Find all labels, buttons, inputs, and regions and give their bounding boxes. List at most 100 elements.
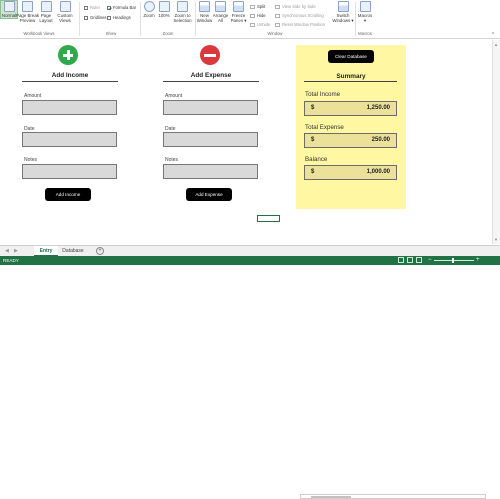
arrange-all-button[interactable]: Arrange All <box>213 1 228 23</box>
unhide-icon <box>250 22 255 27</box>
currency-symbol: $ <box>311 169 315 175</box>
scroll-thumb[interactable] <box>311 496 351 498</box>
scroll-down-icon[interactable]: ▼ <box>494 237 498 242</box>
view-side-by-side-button[interactable]: View Side by Side <box>275 4 316 9</box>
split-button[interactable]: Split <box>250 4 265 9</box>
income-notes-label: Notes <box>24 157 38 163</box>
balance-value-box: $ 1,000.00 <box>304 165 397 180</box>
expense-amount-field[interactable] <box>163 100 258 115</box>
switch-windows-button[interactable]: Switch Windows ▾ <box>332 1 354 23</box>
page-layout-status-icon[interactable] <box>407 257 413 263</box>
zoom-to-selection-button[interactable]: Zoom to Selection <box>172 1 193 23</box>
status-bar: READY − + <box>0 256 500 265</box>
freeze-panes-icon <box>233 1 244 12</box>
macros-button[interactable]: Macros ▾ <box>357 1 373 23</box>
ruler-checkbox[interactable]: Ruler <box>84 5 100 10</box>
group-label-workbook-views: Workbook Views <box>23 31 55 36</box>
selected-cell[interactable] <box>257 215 280 222</box>
page-break-preview-button[interactable]: Page Break Preview <box>16 1 39 23</box>
income-amount-field[interactable] <box>22 100 117 115</box>
status-text: READY <box>3 258 19 263</box>
add-expense-minus-icon <box>200 45 220 65</box>
page-break-status-icon[interactable] <box>416 257 422 263</box>
title-underline <box>22 81 118 82</box>
freeze-panes-button[interactable]: Freeze Panes ▾ <box>229 1 248 23</box>
group-separator <box>79 2 80 36</box>
group-separator <box>140 2 141 36</box>
group-label-show: Show <box>105 31 117 36</box>
vertical-scrollbar[interactable]: ▲ ▼ <box>492 40 500 244</box>
currency-symbol: $ <box>311 137 315 143</box>
summary-underline <box>304 81 397 82</box>
formula-bar-check-icon <box>107 5 111 10</box>
sheet-tab-bar: ◀ ▶ Entry Database + <box>0 245 500 499</box>
zoom-button[interactable]: Zoom <box>142 1 156 18</box>
zoom-100-icon <box>158 1 170 12</box>
ruler-check-icon <box>84 5 88 10</box>
group-label-window: Window <box>267 31 283 36</box>
custom-views-icon <box>59 1 71 12</box>
total-expense-value: 250.00 <box>371 137 390 143</box>
add-sheet-plus-icon[interactable]: + <box>96 247 104 255</box>
reset-window-position-button[interactable]: Reset Window Position <box>275 22 325 27</box>
macros-icon <box>359 1 371 12</box>
add-income-button[interactable]: Add Income <box>45 188 91 201</box>
magnifier-icon <box>143 1 155 12</box>
page-layout-button[interactable]: Page Layout <box>38 1 54 23</box>
expense-notes-field[interactable] <box>163 164 258 179</box>
expense-amount-label: Amount <box>165 93 183 99</box>
gridlines-checkbox[interactable]: Gridlines <box>84 15 107 20</box>
sheet-tab-entry[interactable]: Entry <box>34 246 58 256</box>
add-expense-button[interactable]: Add Expense <box>186 188 232 201</box>
zoom-slider-knob[interactable] <box>452 258 454 263</box>
horizontal-scrollbar[interactable] <box>300 494 486 499</box>
zoom-slider[interactable] <box>434 260 474 261</box>
total-income-value-box: $ 1,250.00 <box>304 101 397 116</box>
split-icon <box>250 4 255 9</box>
normal-view-icon <box>3 1 15 12</box>
total-income-label: Total Income <box>305 91 341 98</box>
synchronous-scrolling-button[interactable]: Synchronous Scrolling <box>275 13 324 18</box>
income-notes-field[interactable] <box>22 164 117 179</box>
zoom-in-button[interactable]: + <box>476 257 480 263</box>
add-income-title: Add Income <box>51 72 89 79</box>
sheet-tab-database[interactable]: Database <box>58 246 88 256</box>
normal-view-status-icon[interactable] <box>398 257 404 263</box>
page-layout-icon <box>40 1 52 12</box>
headings-checkbox[interactable]: Headings <box>107 15 131 20</box>
hide-icon <box>250 13 255 18</box>
next-sheet-arrow-icon[interactable]: ▶ <box>14 248 18 254</box>
formula-bar-checkbox[interactable]: Formula Bar <box>107 5 136 10</box>
scroll-up-icon[interactable]: ▲ <box>494 42 498 47</box>
unhide-button[interactable]: Unhide <box>250 22 270 27</box>
page-break-icon <box>22 1 33 12</box>
balance-value: 1,000.00 <box>366 169 390 175</box>
add-expense-title: Add Expense <box>190 72 232 79</box>
group-label-macros: Macros <box>358 31 372 36</box>
normal-view-button[interactable]: Normal <box>0 0 18 19</box>
custom-views-button[interactable]: Custom Views <box>56 1 74 23</box>
switch-windows-icon <box>337 1 349 12</box>
prev-sheet-arrow-icon[interactable]: ◀ <box>5 248 9 254</box>
arrange-all-icon <box>215 1 226 12</box>
zoom-out-button[interactable]: − <box>428 257 432 263</box>
total-expense-label: Total Expense <box>305 124 344 131</box>
zoom-selection-icon <box>177 1 188 12</box>
ribbon-view-tab: Normal Page Break Preview Page Layout Cu… <box>0 0 500 39</box>
group-label-zoom: Zoom <box>162 31 174 36</box>
expense-date-field[interactable] <box>163 132 258 147</box>
summary-title: Summary <box>336 73 366 80</box>
balance-label: Balance <box>305 156 328 163</box>
zoom-100-button[interactable]: 100% <box>157 1 171 18</box>
view-mode-buttons <box>398 257 422 263</box>
new-window-icon <box>199 1 210 12</box>
hide-button[interactable]: Hide <box>250 13 266 18</box>
total-expense-value-box: $ 250.00 <box>304 133 397 148</box>
collapse-ribbon-icon[interactable]: ^ <box>492 32 494 38</box>
title-underline <box>163 81 259 82</box>
new-window-button[interactable]: New Window <box>197 1 212 23</box>
total-income-value: 1,250.00 <box>366 105 390 111</box>
clear-database-button[interactable]: Clear Database <box>328 50 374 63</box>
side-by-side-icon <box>275 4 280 9</box>
income-date-field[interactable] <box>22 132 117 147</box>
